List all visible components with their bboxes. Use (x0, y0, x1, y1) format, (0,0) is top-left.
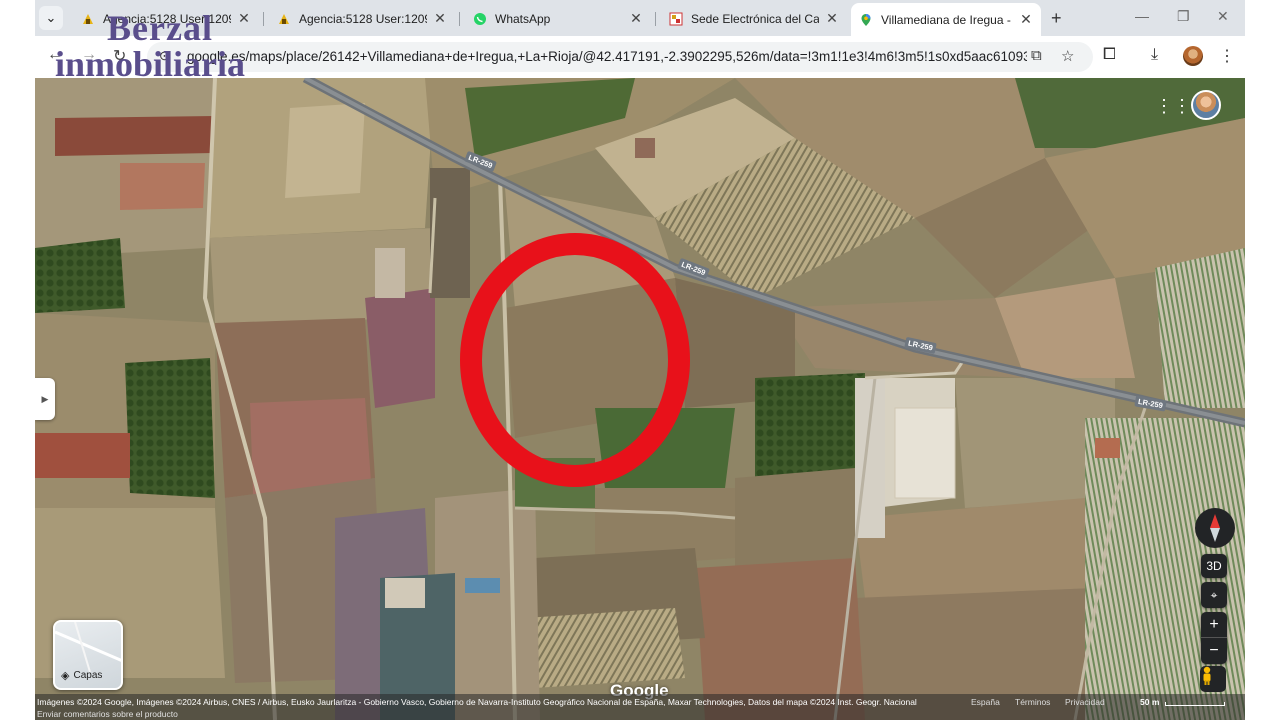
install-app-icon[interactable]: ⧉ (1031, 47, 1042, 64)
watermark-line-2: inmobiliaria (55, 44, 246, 84)
layers-button[interactable]: ◈ Capas (53, 620, 123, 690)
new-tab-button[interactable]: + (1051, 8, 1062, 29)
country-link[interactable]: España (971, 697, 1000, 707)
extensions-icon[interactable]: ⧠ (1103, 46, 1116, 64)
google-maps-icon (859, 13, 873, 27)
compass-north-icon (1210, 514, 1220, 528)
tab-separator (655, 12, 656, 26)
privacy-link[interactable]: Privacidad (1065, 697, 1105, 707)
crosshair-icon: ⌖ (1210, 588, 1218, 602)
zoom-controls: + − (1201, 612, 1227, 664)
tab-title: Agencia:5128 User:120981 (299, 11, 427, 26)
compass-button[interactable] (1195, 508, 1235, 548)
layers-thumbnail (55, 622, 121, 672)
minimize-icon[interactable]: — (1135, 8, 1149, 24)
tab-whatsapp[interactable]: WhatsApp ✕ (465, 5, 651, 32)
street-view-pegman-icon[interactable] (1200, 666, 1226, 692)
tab-catastro[interactable]: Sede Electrónica del Catastro ✕ (661, 5, 847, 32)
tab-google-maps[interactable]: Villamediana de Iregua - Google Maps ✕ (851, 3, 1041, 36)
tab-title: WhatsApp (495, 11, 551, 26)
close-icon[interactable]: ✕ (1019, 11, 1033, 28)
zoom-in-button[interactable]: + (1201, 612, 1227, 638)
scale-label[interactable]: 50 m (1140, 697, 1159, 707)
layers-label: ◈ Capas (61, 670, 103, 682)
close-icon[interactable]: ✕ (825, 10, 839, 27)
attribution-bar: Imágenes ©2024 Google, Imágenes ©2024 Ai… (35, 694, 1245, 720)
bookmark-star-icon[interactable]: ☆ (1061, 47, 1074, 65)
collapse-side-panel-button[interactable]: ▶ (35, 378, 55, 420)
google-apps-icon[interactable]: ⋮⋮ (1155, 96, 1191, 116)
three-d-button[interactable]: 3D (1201, 554, 1227, 578)
tab-title: Villamediana de Iregua - Google Maps (881, 12, 1013, 27)
scale-bar (1165, 702, 1225, 706)
terms-link[interactable]: Términos (1015, 697, 1050, 707)
compass-south-icon (1210, 528, 1220, 542)
whatsapp-icon (473, 12, 487, 26)
close-icon[interactable]: ✕ (629, 10, 643, 27)
imagery-attribution: Imágenes ©2024 Google, Imágenes ©2024 Ai… (37, 697, 917, 707)
close-icon[interactable]: ✕ (433, 10, 447, 27)
tab-title: Sede Electrónica del Catastro (691, 11, 819, 26)
map-imagery (35, 78, 1245, 720)
my-location-button[interactable]: ⌖ (1201, 582, 1227, 608)
profile-avatar[interactable] (1183, 46, 1203, 66)
account-avatar[interactable] (1191, 90, 1221, 120)
download-icon[interactable]: ⤓ (1151, 46, 1158, 64)
catastro-icon (669, 12, 683, 26)
screen: ⌄ Agencia:5128 User:120981 ✕ Agencia:512… (0, 0, 1280, 720)
watermark-line-1: Berzal (107, 8, 213, 48)
agency-watermark: Berzal inmobiliaria (55, 5, 315, 85)
tab-separator (459, 12, 460, 26)
close-window-icon[interactable]: ✕ (1217, 8, 1229, 25)
layers-icon: ◈ (61, 670, 70, 682)
feedback-link[interactable]: Enviar comentarios sobre el producto (37, 709, 178, 719)
chevron-right-icon: ▶ (41, 393, 49, 404)
zoom-out-button[interactable]: − (1201, 638, 1227, 664)
satellite-map[interactable]: LR-259 LR-259 LR-259 LR-259 ▶ ⋮⋮ ◈ Capas… (35, 78, 1245, 720)
more-menu-icon[interactable]: ⋮ (1219, 46, 1235, 66)
restore-icon[interactable]: ❐ (1177, 8, 1190, 25)
